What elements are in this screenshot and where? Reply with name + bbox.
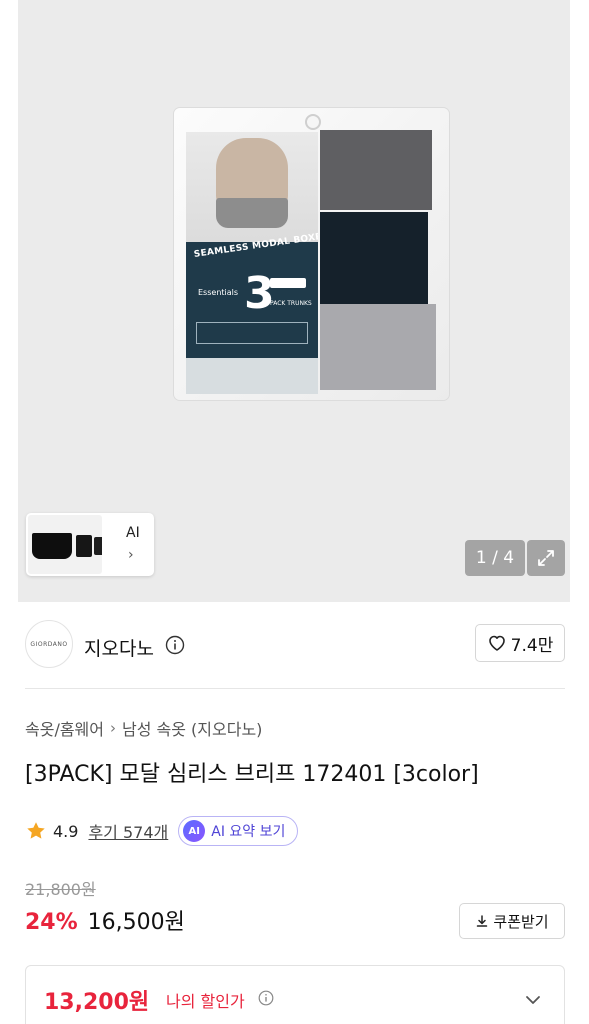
ai-summary-label: AI 요약 보기 <box>211 824 286 840</box>
heart-icon <box>488 635 505 651</box>
coupon-button[interactable]: 쿠폰받기 <box>459 903 565 939</box>
brand-logo-text: GIORDANO <box>30 640 68 648</box>
thumb-brief <box>94 537 102 555</box>
ai-badge-icon: AI <box>183 820 206 842</box>
my-discount-price-box[interactable]: 13,200원 나의 할인가 <box>25 965 565 1024</box>
my-discount-price: 13,200원 <box>44 990 150 1015</box>
brief-navy <box>320 212 428 304</box>
model-photo <box>186 132 318 242</box>
sale-price: 16,500원 <box>87 910 185 935</box>
star-icon <box>27 822 45 839</box>
breadcrumb-separator: › <box>110 719 116 737</box>
original-price: 21,800원 <box>25 880 96 899</box>
info-icon[interactable] <box>165 635 185 655</box>
breadcrumb: 속옷/홈웨어 › 남성 속옷 (지오다노) <box>25 716 262 740</box>
my-discount-label: 나의 할인가 <box>166 992 245 1011</box>
model-brief <box>216 198 288 228</box>
divider <box>25 688 565 689</box>
breadcrumb-item[interactable]: 속옷/홈웨어 <box>25 716 104 740</box>
thumbnail-ai-label: AI <box>126 525 140 541</box>
ai-thumbnail-chip[interactable]: AI › <box>26 513 154 576</box>
info-icon[interactable] <box>258 990 274 1006</box>
hanger-hole <box>305 114 321 130</box>
chevron-right-icon: › <box>128 547 134 563</box>
coupon-label: 쿠폰받기 <box>493 912 549 931</box>
price-row: 24% 16,500원 <box>25 904 185 936</box>
expand-icon <box>538 550 554 566</box>
review-count-link[interactable]: 후기 574개 <box>88 819 168 843</box>
product-package: SEAMLESS MODAL BOXER BRIEFS 3 Essentials… <box>174 108 449 400</box>
discount-rate: 24% <box>25 910 78 935</box>
download-icon <box>477 915 488 927</box>
chevron-down-icon[interactable] <box>523 990 543 1010</box>
package-card: SEAMLESS MODAL BOXER BRIEFS 3 Essentials… <box>186 132 318 394</box>
thumb-brief <box>76 535 92 557</box>
breadcrumb-item[interactable]: 남성 속옷 (지오다노) <box>122 716 262 740</box>
product-image-gallery[interactable]: SEAMLESS MODAL BOXER BRIEFS 3 Essentials… <box>0 0 589 602</box>
thumbnail-image <box>28 515 102 574</box>
package-count: 3 <box>244 268 275 319</box>
expand-button[interactable] <box>527 540 565 576</box>
care-icons <box>196 322 308 344</box>
brand-logo[interactable]: GIORDANO <box>25 620 73 668</box>
package-pack: PACK TRUNKS <box>270 300 312 307</box>
brand-name[interactable]: 지오다노 <box>84 634 154 661</box>
like-count: 7.4만 <box>510 635 554 656</box>
product-image[interactable]: SEAMLESS MODAL BOXER BRIEFS 3 Essentials… <box>18 0 570 602</box>
image-counter: 1 / 4 <box>465 540 525 576</box>
rating-row: 4.9 후기 574개 AI AI 요약 보기 <box>25 816 299 846</box>
rating-value: 4.9 <box>53 821 79 841</box>
tencel-tag <box>270 278 306 288</box>
brief-light-gray <box>320 304 436 390</box>
product-title: [3PACK] 모달 심리스 브리프 172401 [3color] <box>25 762 479 787</box>
brief-gray <box>320 130 432 210</box>
like-button[interactable]: 7.4만 <box>475 624 565 662</box>
package-brand: Essentials <box>198 288 239 297</box>
ai-summary-button[interactable]: AI AI 요약 보기 <box>178 816 299 846</box>
package-label <box>186 358 318 394</box>
thumb-brief <box>32 533 72 559</box>
